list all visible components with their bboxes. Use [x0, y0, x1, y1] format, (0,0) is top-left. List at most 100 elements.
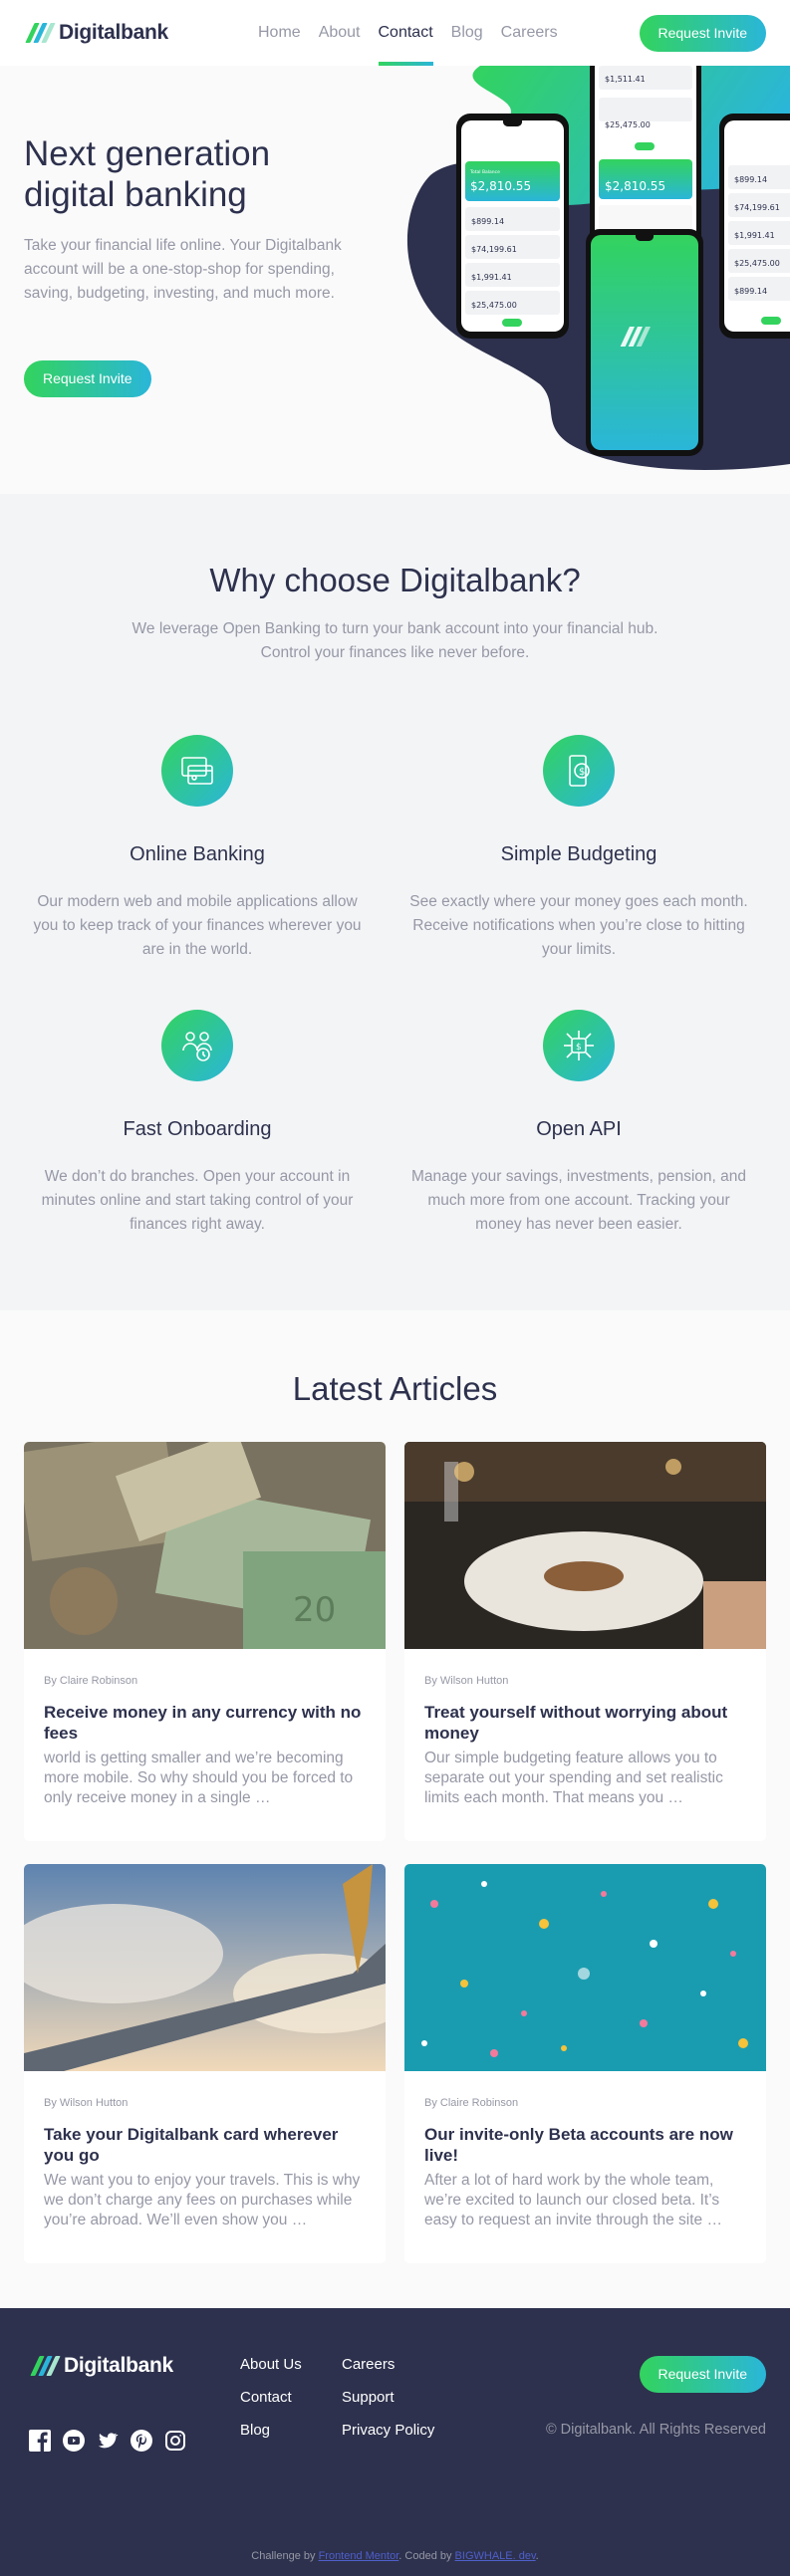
site-header: Digitalbank Home About Contact Blog Care…	[0, 0, 790, 66]
online-banking-icon	[161, 735, 233, 807]
hero-section: Next generation digital banking Take you…	[0, 66, 790, 494]
nav-careers[interactable]: Careers	[501, 0, 558, 66]
article-author: By Claire Robinson	[44, 1675, 138, 1687]
article-image-airplane	[24, 1864, 386, 2071]
footer-link-support[interactable]: Support	[342, 2389, 434, 2422]
svg-text:$1,991.41: $1,991.41	[471, 273, 512, 282]
feature-description: We don’t do branches. Open your account …	[41, 1168, 354, 1233]
svg-text:$74,199.61: $74,199.61	[734, 203, 780, 212]
onboarding-icon	[161, 1010, 233, 1081]
feature-description: Our modern web and mobile applications a…	[33, 893, 362, 958]
api-icon: $	[543, 1010, 615, 1081]
feature-fast-onboarding: Fast Onboarding We don’t do branches. Op…	[18, 1010, 377, 1237]
header-logo[interactable]: Digitalbank	[24, 21, 168, 45]
svg-text:$25,475.00: $25,475.00	[734, 259, 780, 268]
svg-text:$74,199.61: $74,199.61	[471, 245, 517, 254]
youtube-icon[interactable]	[63, 2430, 85, 2452]
logo-text: Digitalbank	[59, 21, 168, 44]
svg-text:$25,475.00: $25,475.00	[605, 120, 651, 129]
footer-links-col-1: About Us Contact Blog	[240, 2356, 302, 2455]
nav-contact[interactable]: Contact	[378, 0, 433, 66]
attribution-mentor-link[interactable]: Frontend Mentor	[319, 2550, 399, 2562]
article-author: By Claire Robinson	[424, 2097, 519, 2109]
attribution-coder-link[interactable]: BIGWHALE. dev	[455, 2550, 536, 2562]
footer-link-contact[interactable]: Contact	[240, 2389, 302, 2422]
footer-request-invite-button[interactable]: Request Invite	[639, 2356, 766, 2393]
article-image-confetti	[404, 1864, 766, 2071]
pinterest-icon[interactable]	[131, 2430, 152, 2452]
article-image-currency: 20	[24, 1442, 386, 1649]
feature-online-banking: Online Banking Our modern web and mobile…	[18, 735, 377, 962]
feature-simple-budgeting: $ Simple Budgeting See exactly where you…	[399, 735, 758, 962]
footer-link-blog[interactable]: Blog	[240, 2422, 302, 2455]
articles-title: Latest Articles	[292, 1370, 498, 1407]
svg-text:$1,511.41: $1,511.41	[605, 75, 646, 84]
hero-description: Take your financial life online. Your Di…	[24, 237, 342, 302]
svg-text:$899.14: $899.14	[734, 287, 767, 296]
footer-link-about-us[interactable]: About Us	[240, 2356, 302, 2389]
main-nav: Home About Contact Blog Careers	[258, 0, 576, 66]
footer-links-col-2: Careers Support Privacy Policy	[342, 2356, 434, 2455]
article-title[interactable]: Treat yourself without worrying about mo…	[424, 1702, 746, 1744]
feature-description: See exactly where your money goes each m…	[409, 893, 748, 958]
logo-text: Digitalbank	[64, 2354, 173, 2377]
article-title[interactable]: Receive money in any currency with no fe…	[44, 1702, 366, 1744]
logo-mark-icon	[25, 23, 56, 43]
why-section: Why choose Digitalbank? We leverage Open…	[0, 494, 790, 1310]
footer-logo[interactable]: Digitalbank	[29, 2354, 173, 2378]
svg-text:$: $	[579, 767, 585, 778]
budgeting-icon: $	[543, 735, 615, 807]
nav-about[interactable]: About	[319, 0, 361, 66]
hero-title: Next generation digital banking	[24, 134, 271, 214]
feature-title: Online Banking	[130, 843, 265, 865]
article-card[interactable]: By Wilson Hutton Take your Digitalbank c…	[24, 1864, 386, 2263]
nav-blog[interactable]: Blog	[451, 0, 483, 66]
hero-phones-illustration: Total Balance $2,810.55 $899.14 $74,199.…	[406, 66, 790, 470]
svg-text:Total Balance: Total Balance	[469, 169, 500, 175]
article-author: By Wilson Hutton	[424, 1675, 509, 1687]
footer-link-privacy-policy[interactable]: Privacy Policy	[342, 2422, 434, 2455]
article-image-restaurant	[404, 1442, 766, 1649]
article-card[interactable]: By Claire Robinson Our invite-only Beta …	[404, 1864, 766, 2263]
article-excerpt: world is getting smaller and we’re becom…	[44, 1750, 354, 1806]
logo-mark-icon	[30, 2356, 61, 2376]
feature-open-api: $ Open API Manage your savings, investme…	[399, 1010, 758, 1237]
svg-text:$25,475.00: $25,475.00	[471, 301, 517, 310]
article-card[interactable]: 20 By Claire Robinson Receive money in a…	[24, 1442, 386, 1841]
article-title[interactable]: Take your Digitalbank card wherever you …	[44, 2124, 366, 2166]
facebook-icon[interactable]	[29, 2430, 51, 2452]
article-excerpt: After a lot of hard work by the whole te…	[424, 2172, 722, 2228]
article-excerpt: We want you to enjoy your travels. This …	[44, 2172, 361, 2228]
feature-description: Manage your savings, investments, pensio…	[410, 1168, 747, 1233]
svg-text:$: $	[576, 1043, 582, 1053]
attribution-middle: . Coded by	[398, 2550, 452, 2562]
attribution: Challenge by Frontend Mentor. Coded by B…	[0, 2526, 790, 2576]
articles-section: Latest Articles 20 By Claire Robinson Re…	[0, 1310, 790, 2308]
instagram-icon[interactable]	[164, 2430, 186, 2452]
svg-text:20: 20	[293, 1590, 336, 1630]
copyright-text: © Digitalbank. All Rights Reserved	[545, 2422, 766, 2438]
svg-text:$2,810.55: $2,810.55	[470, 179, 531, 193]
article-excerpt: Our simple budgeting feature allows you …	[424, 1750, 723, 1806]
svg-text:$1,991.41: $1,991.41	[734, 231, 775, 240]
footer-link-careers[interactable]: Careers	[342, 2356, 434, 2389]
twitter-icon[interactable]	[97, 2430, 119, 2452]
svg-text:$899.14: $899.14	[471, 217, 504, 226]
svg-text:$2,810.55: $2,810.55	[605, 179, 665, 193]
article-author: By Wilson Hutton	[44, 2097, 129, 2109]
attribution-prefix: Challenge by	[251, 2550, 316, 2562]
svg-text:$899.14: $899.14	[734, 175, 767, 184]
feature-title: Fast Onboarding	[123, 1118, 272, 1140]
site-footer: Digitalbank About Us Contact Blog Career…	[0, 2308, 790, 2526]
social-links	[29, 2430, 186, 2452]
hero-request-invite-button[interactable]: Request Invite	[24, 360, 151, 397]
feature-title: Open API	[536, 1118, 622, 1140]
nav-home[interactable]: Home	[258, 0, 301, 66]
feature-title: Simple Budgeting	[500, 843, 658, 865]
header-request-invite-button[interactable]: Request Invite	[639, 15, 766, 52]
why-subtitle: We leverage Open Banking to turn your ba…	[132, 620, 658, 661]
attribution-suffix: .	[535, 2550, 539, 2562]
article-title[interactable]: Our invite-only Beta accounts are now li…	[424, 2124, 746, 2166]
article-card[interactable]: By Wilson Hutton Treat yourself without …	[404, 1442, 766, 1841]
why-title: Why choose Digitalbank?	[209, 562, 581, 598]
